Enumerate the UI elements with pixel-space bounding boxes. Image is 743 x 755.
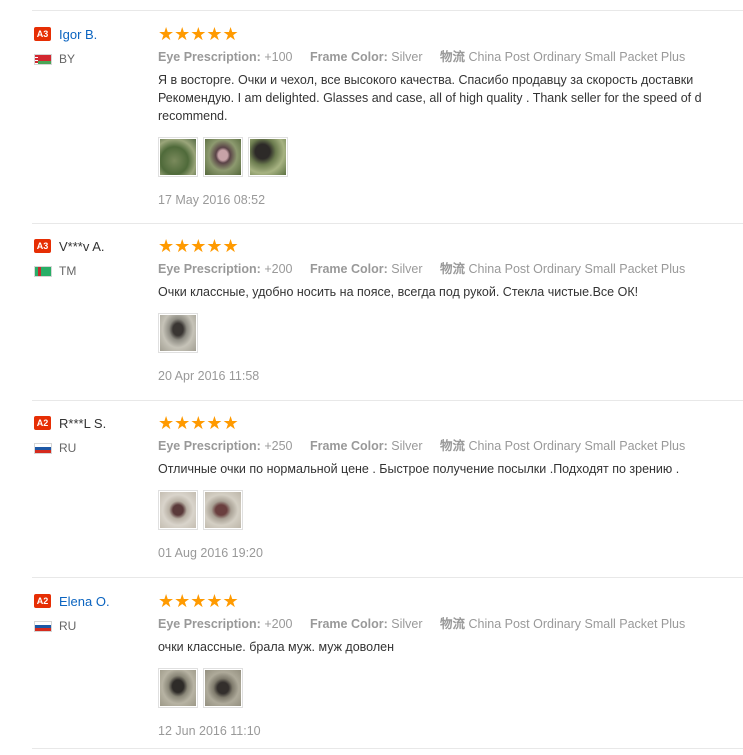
review-photo-thumbnail[interactable] bbox=[158, 313, 198, 353]
review-date: 20 Apr 2016 11:58 bbox=[158, 369, 260, 383]
review-text-line: recommend. bbox=[158, 109, 228, 123]
prescription-value: +200 bbox=[264, 617, 293, 631]
logistics-label: 物流 bbox=[439, 617, 465, 631]
logistics-label: 物流 bbox=[439, 439, 465, 453]
frame-color-value: Silver bbox=[391, 262, 423, 276]
country-flag-icon bbox=[34, 265, 52, 277]
review-text: Очки классные, удобно носить на поясе, в… bbox=[158, 283, 743, 301]
star-rating: ★★★★★ bbox=[158, 236, 239, 256]
reviewer-info: A2 R***L S. RU bbox=[34, 414, 154, 455]
country-code: TM bbox=[59, 264, 77, 278]
country-flag-icon bbox=[34, 442, 52, 454]
review-photo-thumbnail[interactable] bbox=[203, 137, 243, 177]
review-text: Я в восторге. Очки и чехол, все высокого… bbox=[158, 71, 743, 125]
order-attributes: Eye Prescription: +200 Frame Color: Silv… bbox=[158, 261, 743, 277]
country-flag-icon bbox=[34, 53, 52, 65]
review-photos bbox=[158, 313, 743, 353]
order-attributes: Eye Prescription: +100 Frame Color: Silv… bbox=[158, 49, 743, 65]
divider bbox=[32, 400, 743, 401]
country-flag-icon bbox=[34, 620, 52, 632]
divider bbox=[32, 10, 743, 11]
star-rating: ★★★★★ bbox=[158, 24, 239, 44]
reviewer-info: A3 V***v A. TM bbox=[34, 237, 154, 278]
prescription-value: +200 bbox=[264, 262, 293, 276]
reviewer-info: A2 Elena O. RU bbox=[34, 592, 154, 633]
frame-color-value: Silver bbox=[391, 617, 423, 631]
frame-color-label: Frame Color: bbox=[309, 50, 388, 64]
review-photo-thumbnail[interactable] bbox=[158, 137, 198, 177]
review-text-line: Отличные очки по нормальной цене . Быстр… bbox=[158, 462, 680, 476]
buyer-level-badge: A2 bbox=[34, 594, 51, 608]
review-date: 12 Jun 2016 11:10 bbox=[158, 724, 261, 738]
order-attributes: Eye Prescription: +250 Frame Color: Silv… bbox=[158, 438, 743, 454]
buyer-level-badge: A3 bbox=[34, 27, 51, 41]
review-text-line: Очки классные, удобно носить на поясе, в… bbox=[158, 285, 639, 299]
prescription-value: +250 bbox=[264, 439, 293, 453]
order-attributes: Eye Prescription: +200 Frame Color: Silv… bbox=[158, 616, 743, 632]
review-text: Отличные очки по нормальной цене . Быстр… bbox=[158, 460, 743, 478]
logistics-value: China Post Ordinary Small Packet Plus bbox=[468, 439, 686, 453]
prescription-label: Eye Prescription: bbox=[158, 617, 261, 631]
buyer-level-badge: A2 bbox=[34, 416, 51, 430]
review-photos bbox=[158, 137, 743, 177]
review-photos bbox=[158, 490, 743, 530]
prescription-label: Eye Prescription: bbox=[158, 262, 261, 276]
frame-color-value: Silver bbox=[391, 50, 423, 64]
logistics-value: China Post Ordinary Small Packet Plus bbox=[468, 617, 686, 631]
review-photos bbox=[158, 668, 743, 708]
frame-color-label: Frame Color: bbox=[309, 262, 388, 276]
review-content: ★★★★★ Eye Prescription: +250 Frame Color… bbox=[158, 414, 743, 560]
divider bbox=[32, 223, 743, 224]
review-date: 01 Aug 2016 19:20 bbox=[158, 546, 263, 560]
review-text-line: очки классные. брала муж. муж доволен bbox=[158, 640, 394, 654]
reviewer-name: V***v A. bbox=[59, 238, 105, 254]
frame-color-label: Frame Color: bbox=[309, 439, 388, 453]
reviewer-name-link[interactable]: Elena O. bbox=[59, 594, 110, 609]
review-photo-thumbnail[interactable] bbox=[248, 137, 288, 177]
divider bbox=[32, 577, 743, 578]
divider bbox=[32, 748, 743, 749]
country-code: RU bbox=[59, 441, 77, 455]
logistics-label: 物流 bbox=[439, 50, 465, 64]
country-code: BY bbox=[59, 52, 76, 66]
review-photo-thumbnail[interactable] bbox=[158, 490, 198, 530]
star-rating: ★★★★★ bbox=[158, 413, 239, 433]
star-rating: ★★★★★ bbox=[158, 591, 239, 611]
review-content: ★★★★★ Eye Prescription: +100 Frame Color… bbox=[158, 25, 743, 207]
review-photo-thumbnail[interactable] bbox=[203, 668, 243, 708]
reviewer-name-link[interactable]: Igor B. bbox=[59, 27, 97, 42]
prescription-label: Eye Prescription: bbox=[158, 50, 261, 64]
review-content: ★★★★★ Eye Prescription: +200 Frame Color… bbox=[158, 592, 743, 738]
logistics-label: 物流 bbox=[439, 262, 465, 276]
review-photo-thumbnail[interactable] bbox=[203, 490, 243, 530]
logistics-value: China Post Ordinary Small Packet Plus bbox=[468, 262, 686, 276]
review-text-line: Рекомендую. I am delighted. Glasses and … bbox=[158, 91, 702, 105]
review-date: 17 May 2016 08:52 bbox=[158, 193, 266, 207]
reviewer-info: A3 Igor B. BY bbox=[34, 25, 154, 66]
frame-color-value: Silver bbox=[391, 439, 423, 453]
prescription-label: Eye Prescription: bbox=[158, 439, 261, 453]
prescription-value: +100 bbox=[264, 50, 293, 64]
reviewer-name: R***L S. bbox=[59, 415, 107, 431]
country-code: RU bbox=[59, 619, 77, 633]
buyer-level-badge: A3 bbox=[34, 239, 51, 253]
review-content: ★★★★★ Eye Prescription: +200 Frame Color… bbox=[158, 237, 743, 383]
review-text-line: Я в восторге. Очки и чехол, все высокого… bbox=[158, 73, 694, 87]
review-photo-thumbnail[interactable] bbox=[158, 668, 198, 708]
logistics-value: China Post Ordinary Small Packet Plus bbox=[468, 50, 686, 64]
frame-color-label: Frame Color: bbox=[309, 617, 388, 631]
review-text: очки классные. брала муж. муж доволен bbox=[158, 638, 743, 656]
